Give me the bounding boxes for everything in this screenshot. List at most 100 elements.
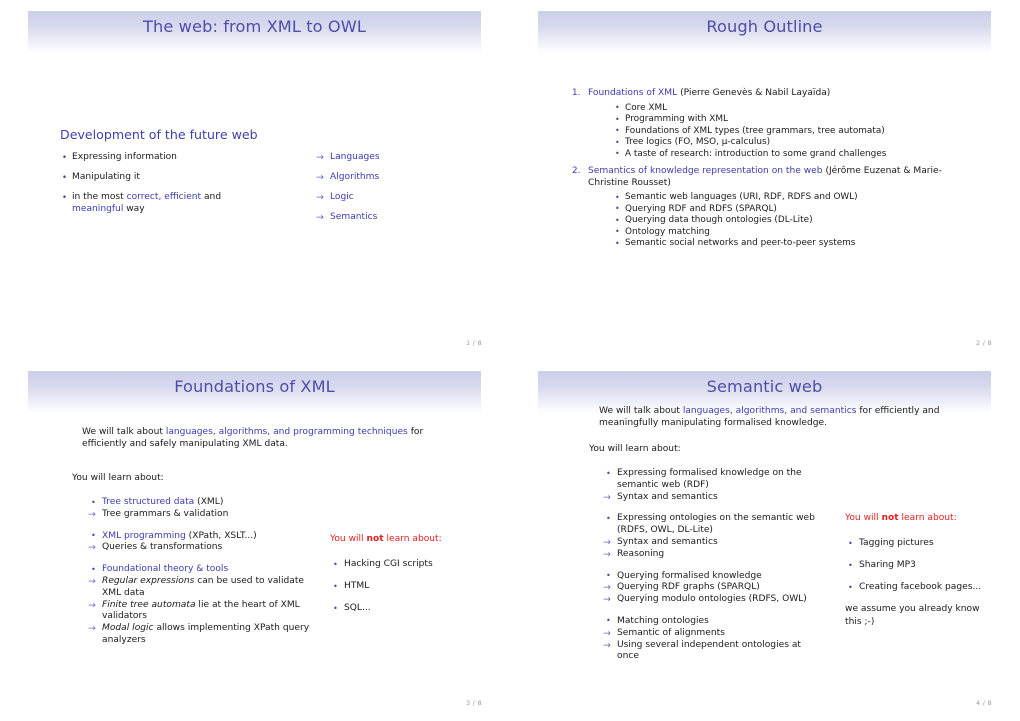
item-text: Syntax and semantics: [617, 491, 718, 502]
list-item: Sharing MP3: [845, 559, 990, 572]
slide-4-not-learn-column: You will not learn about: Tagging pictur…: [845, 512, 990, 628]
list-item: Expressing information: [60, 152, 260, 164]
slide-4-body: We will talk about languages, algorithms…: [510, 360, 1020, 720]
slide-4-page-number: 4 / 8: [976, 700, 992, 707]
item-text: Expressing ontologies on the semantic we…: [617, 513, 815, 536]
list-item: Programming with XML: [614, 114, 967, 126]
handout-page: The web: from XML to OWL Development of …: [0, 0, 1020, 721]
slide-1-left-list: Expressing information Manipulating it i…: [60, 152, 260, 224]
slide-4-not-learn-list: Tagging pictures Sharing MP3 Creating fa…: [845, 537, 990, 594]
list-item: Querying data though ontologies (DL-Lite…: [614, 215, 967, 227]
intro-highlight: languages, algorithms, and programming t…: [165, 427, 408, 437]
list-item: Semantics: [316, 212, 466, 224]
list-item: Reasoning: [603, 549, 815, 561]
list-item: Manipulating it: [60, 172, 260, 184]
slide-4-tail-note: we assume you already know this ;-): [845, 604, 980, 627]
list-item: Semantic of alignments: [603, 628, 815, 640]
list-item: Hacking CGI scripts: [330, 558, 480, 571]
slide-1-right-list: Languages Algorithms Logic Semantics: [316, 152, 466, 232]
item-text: way: [123, 203, 145, 214]
list-item: Semantic social networks and peer-to-pee…: [614, 238, 967, 250]
list-item: Queries & transformations: [88, 542, 313, 554]
item-text: in the most: [72, 192, 127, 203]
item-highlight: XML programming: [102, 530, 186, 541]
intro-text: We will talk about: [82, 427, 166, 437]
list-item: Semantic web languages (URI, RDF, RDFS a…: [614, 192, 967, 204]
outline-section: Semantics of knowledge representation on…: [572, 166, 967, 250]
section-bullets: Semantic web languages (URI, RDF, RDFS a…: [588, 192, 967, 250]
slide-3-page-number: 3 / 8: [466, 700, 482, 707]
item-text: Manipulating it: [72, 172, 140, 183]
list-item: Tagging pictures: [845, 537, 990, 550]
slide-2-outline: Foundations of XML (Pierre Genevès & Nab…: [572, 88, 967, 256]
label-text: You will: [330, 534, 367, 544]
item-text: Reasoning: [617, 548, 665, 559]
slide-3-learn-label: You will learn about:: [72, 473, 164, 483]
slide-2: Rough Outline Foundations of XML (Pierre…: [510, 0, 1020, 360]
list-item: Modal logic allows implementing XPath qu…: [88, 623, 313, 647]
list-item: SQL...: [330, 602, 480, 615]
item-text: and: [201, 192, 222, 203]
slide-4-left-list: Expressing formalised knowledge on the s…: [603, 468, 815, 663]
item-text: Semantic of alignments: [617, 627, 725, 638]
list-item: XML programming (XPath, XSLT...): [88, 530, 313, 543]
list-item: Matching ontologies: [603, 615, 815, 628]
list-item: Tree logics (FO, MSO, μ-calculus): [614, 137, 967, 149]
item-text: Expressing formalised knowledge on the s…: [617, 468, 802, 490]
intro-text: We will talk about: [599, 406, 683, 416]
list-item: Expressing ontologies on the semantic we…: [603, 513, 815, 537]
slide-3: Foundations of XML We will talk about la…: [0, 360, 510, 720]
label-text: learn about:: [383, 534, 442, 544]
item-text: (XPath, XSLT...): [185, 530, 257, 541]
item-emphasis: Finite tree automata: [102, 599, 196, 610]
list-item: Syntax and semantics: [603, 537, 815, 549]
list-item: Querying formalised knowledge: [603, 570, 815, 583]
list-item: Ontology matching: [614, 226, 967, 239]
list-item: Regular expressions can be used to valid…: [88, 576, 313, 600]
slide-1-page-number: 1 / 8: [466, 340, 482, 347]
outline-section: Foundations of XML (Pierre Genevès & Nab…: [572, 88, 967, 160]
section-bullets: Core XML Programming with XML Foundation…: [588, 102, 967, 161]
slide-4-intro: We will talk about languages, algorithms…: [599, 405, 969, 429]
item-text: Syntax and semantics: [617, 536, 718, 547]
list-item: in the most correct, efficient and meani…: [60, 192, 260, 215]
list-item: Querying modulo ontologies (RDFS, OWL): [603, 594, 815, 606]
list-item: Querying RDF and RDFS (SPARQL): [614, 203, 967, 216]
slide-4-not-learn-title: You will not learn about:: [845, 512, 990, 525]
list-item: Algorithms: [316, 172, 466, 184]
slide-4-learn-label: You will learn about:: [589, 444, 681, 454]
label-text: You will: [845, 513, 882, 523]
list-item: Languages: [316, 152, 466, 164]
list-item: Logic: [316, 192, 466, 204]
item-text: Tree grammars & validation: [102, 508, 229, 519]
list-item: Tree grammars & validation: [88, 509, 313, 521]
list-item: Using several independent ontologies at …: [603, 640, 815, 664]
item-highlight: Foundational theory & tools: [102, 564, 229, 575]
item-text: Querying RDF graphs (SPARQL): [617, 582, 760, 593]
list-item: Foundational theory & tools: [88, 564, 313, 576]
section-link[interactable]: Foundations of XML: [588, 88, 677, 98]
item-emphasis: Regular expressions: [102, 575, 195, 586]
item-highlight: Tree structured data: [102, 497, 195, 507]
slide-4: Semantic web We will talk about language…: [510, 360, 1020, 720]
list-item: Creating facebook pages...: [845, 581, 990, 594]
slide-3-left-list: Tree structured data (XML) Tree grammars…: [88, 497, 313, 647]
item-highlight: correct, efficient: [126, 192, 202, 203]
label-emphasis: not: [881, 513, 899, 523]
list-item: Finite tree automata lie at the heart of…: [88, 600, 313, 624]
section-link[interactable]: Semantics of knowledge representation on…: [588, 166, 823, 176]
list-item: Foundations of XML types (tree grammars,…: [614, 125, 967, 138]
slide-3-not-learn-column: You will not learn about: Hacking CGI sc…: [330, 533, 480, 624]
item-text: Querying modulo ontologies (RDFS, OWL): [617, 594, 807, 605]
slide-1: The web: from XML to OWL Development of …: [0, 0, 510, 360]
list-item: Expressing formalised knowledge on the s…: [603, 468, 815, 492]
item-text: Using several independent ontologies at …: [617, 639, 801, 662]
list-item: Syntax and semantics: [603, 492, 815, 504]
slide-3-body: We will talk about languages, algorithms…: [0, 360, 510, 720]
slide-2-page-number: 2 / 8: [976, 340, 992, 347]
slide-1-body: Development of the future web Expressing…: [0, 0, 510, 360]
item-text: Expressing information: [72, 152, 177, 162]
slide-3-not-learn-title: You will not learn about:: [330, 533, 480, 546]
item-text: Queries & transformations: [102, 542, 223, 553]
list-item: A taste of research: introduction to som…: [614, 148, 967, 161]
